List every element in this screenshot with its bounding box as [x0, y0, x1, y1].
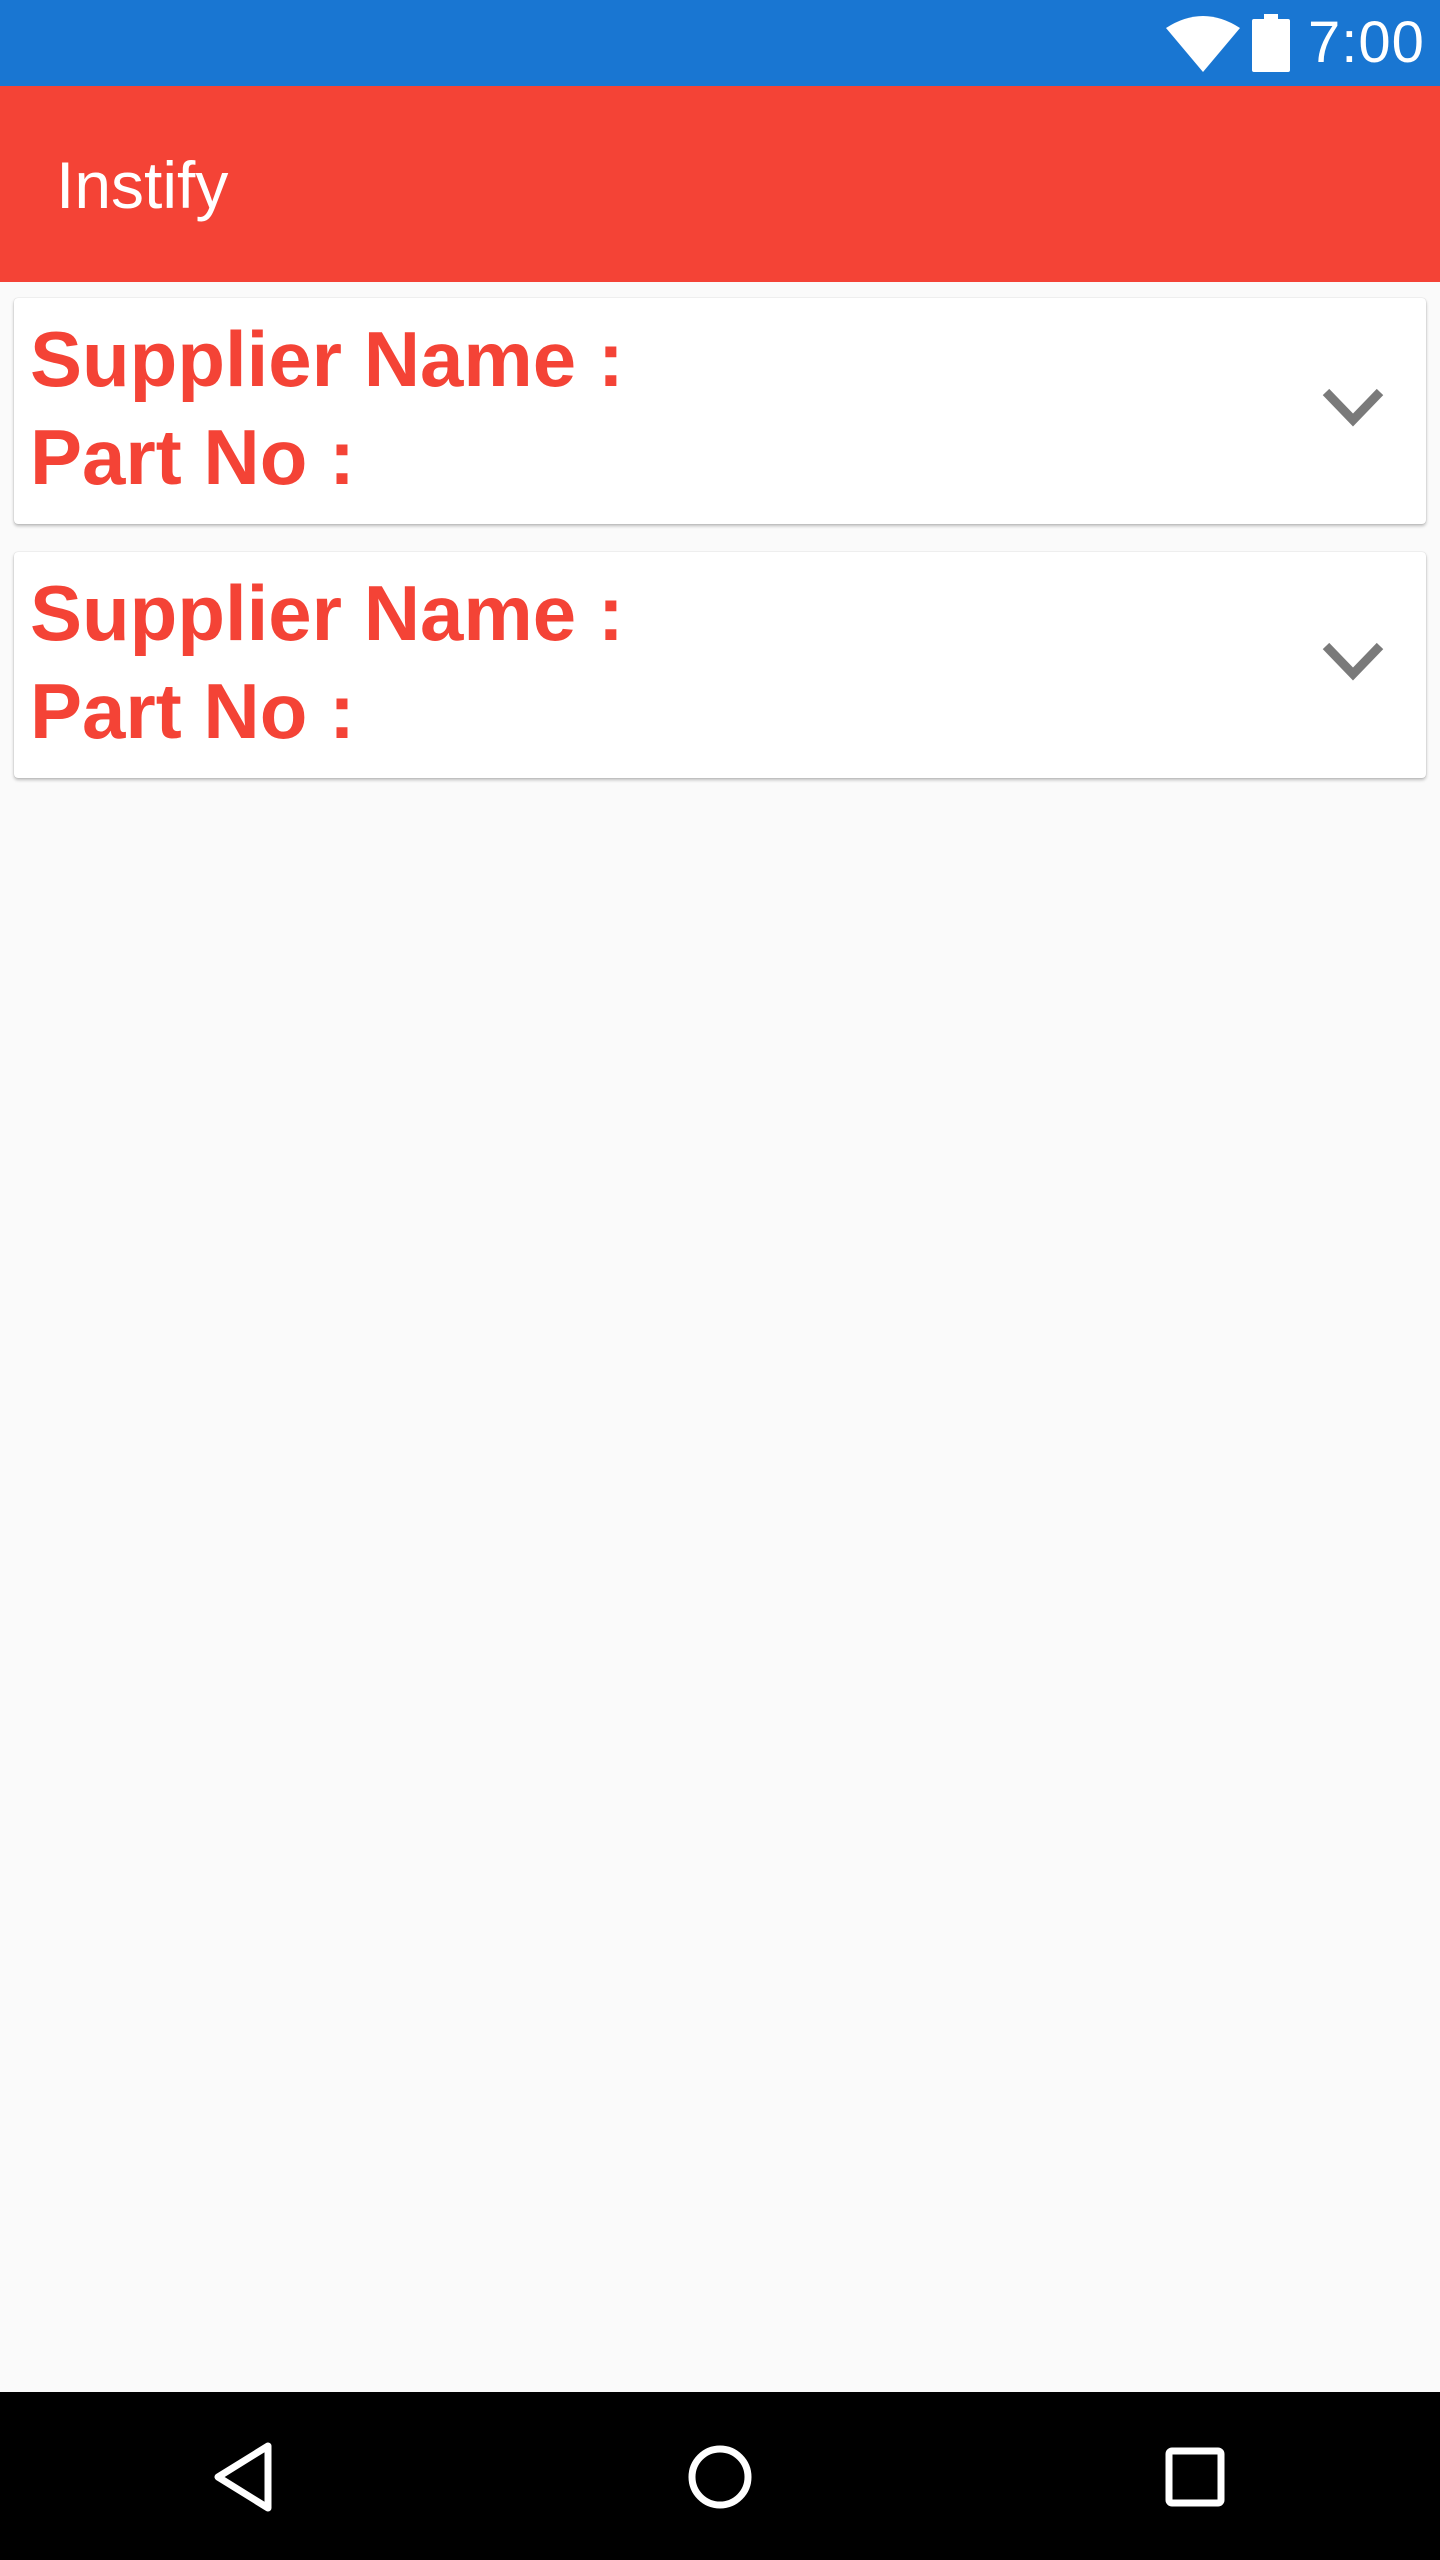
- supplier-name-label: Supplier Name :: [30, 569, 624, 657]
- app-title: Instify: [56, 148, 229, 222]
- supplier-card[interactable]: Supplier Name : Part No :: [14, 298, 1426, 524]
- chevron-down-icon[interactable]: [1320, 636, 1386, 686]
- supplier-card[interactable]: Supplier Name : Part No :: [14, 552, 1426, 778]
- back-icon[interactable]: [200, 2432, 290, 2522]
- battery-icon: [1252, 14, 1290, 72]
- status-time: 7:00: [1308, 10, 1425, 75]
- home-icon[interactable]: [675, 2432, 765, 2522]
- navigation-bar: [0, 2392, 1440, 2560]
- recents-icon[interactable]: [1150, 2432, 1240, 2522]
- status-bar: 7:00: [0, 0, 1440, 86]
- part-no-label: Part No :: [30, 667, 356, 755]
- supplier-name-label: Supplier Name :: [30, 315, 624, 403]
- app-bar: Instify: [0, 86, 1440, 282]
- wifi-icon: [1166, 16, 1240, 72]
- part-no-label: Part No :: [30, 413, 356, 501]
- chevron-down-icon[interactable]: [1320, 382, 1386, 432]
